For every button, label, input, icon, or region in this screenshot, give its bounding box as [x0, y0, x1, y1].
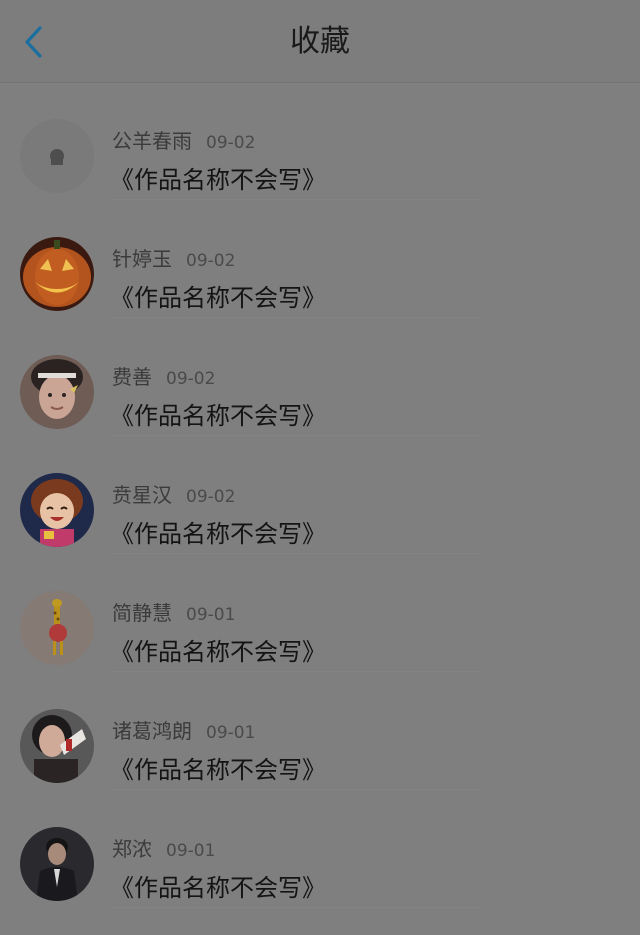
person-avatar-icon [20, 355, 94, 429]
avatar[interactable] [20, 709, 94, 783]
avatar[interactable] [20, 473, 94, 547]
avatar[interactable] [20, 827, 94, 901]
work-title: 《作品名称不会写》 [110, 166, 326, 194]
item-date: 09-01 [186, 605, 236, 625]
nav-header: 收藏 [0, 0, 640, 83]
page-title: 收藏 [290, 24, 350, 59]
user-name: 费善 [112, 365, 152, 389]
user-name: 针婷玉 [112, 247, 172, 271]
list-item[interactable]: 贲星汉 09-02 《作品名称不会写》 [0, 436, 640, 554]
blank-avatar-icon [20, 119, 94, 193]
giraffe-avatar-icon [20, 591, 94, 665]
avatar[interactable] [20, 591, 94, 665]
list-item[interactable]: 简静慧 09-01 《作品名称不会写》 [0, 554, 640, 672]
user-name: 公羊春雨 [112, 129, 192, 153]
avatar[interactable] [20, 355, 94, 429]
favorites-list: 公羊春雨 09-02 《作品名称不会写》 针婷玉 09-02 《作品名称不会写》 [0, 82, 640, 908]
item-date: 09-02 [186, 251, 236, 271]
list-item[interactable]: 公羊春雨 09-02 《作品名称不会写》 [0, 82, 640, 200]
work-title: 《作品名称不会写》 [110, 284, 326, 312]
work-title: 《作品名称不会写》 [110, 756, 326, 784]
anime-girl-avatar-icon [20, 473, 94, 547]
work-title: 《作品名称不会写》 [110, 520, 326, 548]
pumpkin-avatar-icon [20, 237, 94, 311]
work-title: 《作品名称不会写》 [110, 402, 326, 430]
list-item[interactable]: 诸葛鸿朗 09-01 《作品名称不会写》 [0, 672, 640, 790]
list-item[interactable]: 郑浓 09-01 《作品名称不会写》 [0, 790, 640, 908]
list-item[interactable]: 费善 09-02 《作品名称不会写》 [0, 318, 640, 436]
avatar[interactable] [20, 119, 94, 193]
user-name: 郑浓 [112, 837, 152, 861]
item-date: 09-02 [186, 487, 236, 507]
woman-avatar-icon [20, 709, 94, 783]
list-item[interactable]: 针婷玉 09-02 《作品名称不会写》 [0, 200, 640, 318]
app-screen: 收藏 公羊春雨 09-02 《作品名称不会写》 针婷玉 09-02 《作品名称不… [0, 0, 640, 935]
user-name: 简静慧 [112, 601, 172, 625]
item-date: 09-02 [166, 369, 216, 389]
user-name: 诸葛鸿朗 [112, 719, 192, 743]
item-date: 09-01 [206, 723, 256, 743]
avatar[interactable] [20, 237, 94, 311]
work-title: 《作品名称不会写》 [110, 874, 326, 902]
work-title: 《作品名称不会写》 [110, 638, 326, 666]
man-suit-avatar-icon [20, 827, 94, 901]
user-name: 贲星汉 [112, 483, 172, 507]
item-date: 09-02 [206, 133, 256, 153]
item-date: 09-01 [166, 841, 216, 861]
